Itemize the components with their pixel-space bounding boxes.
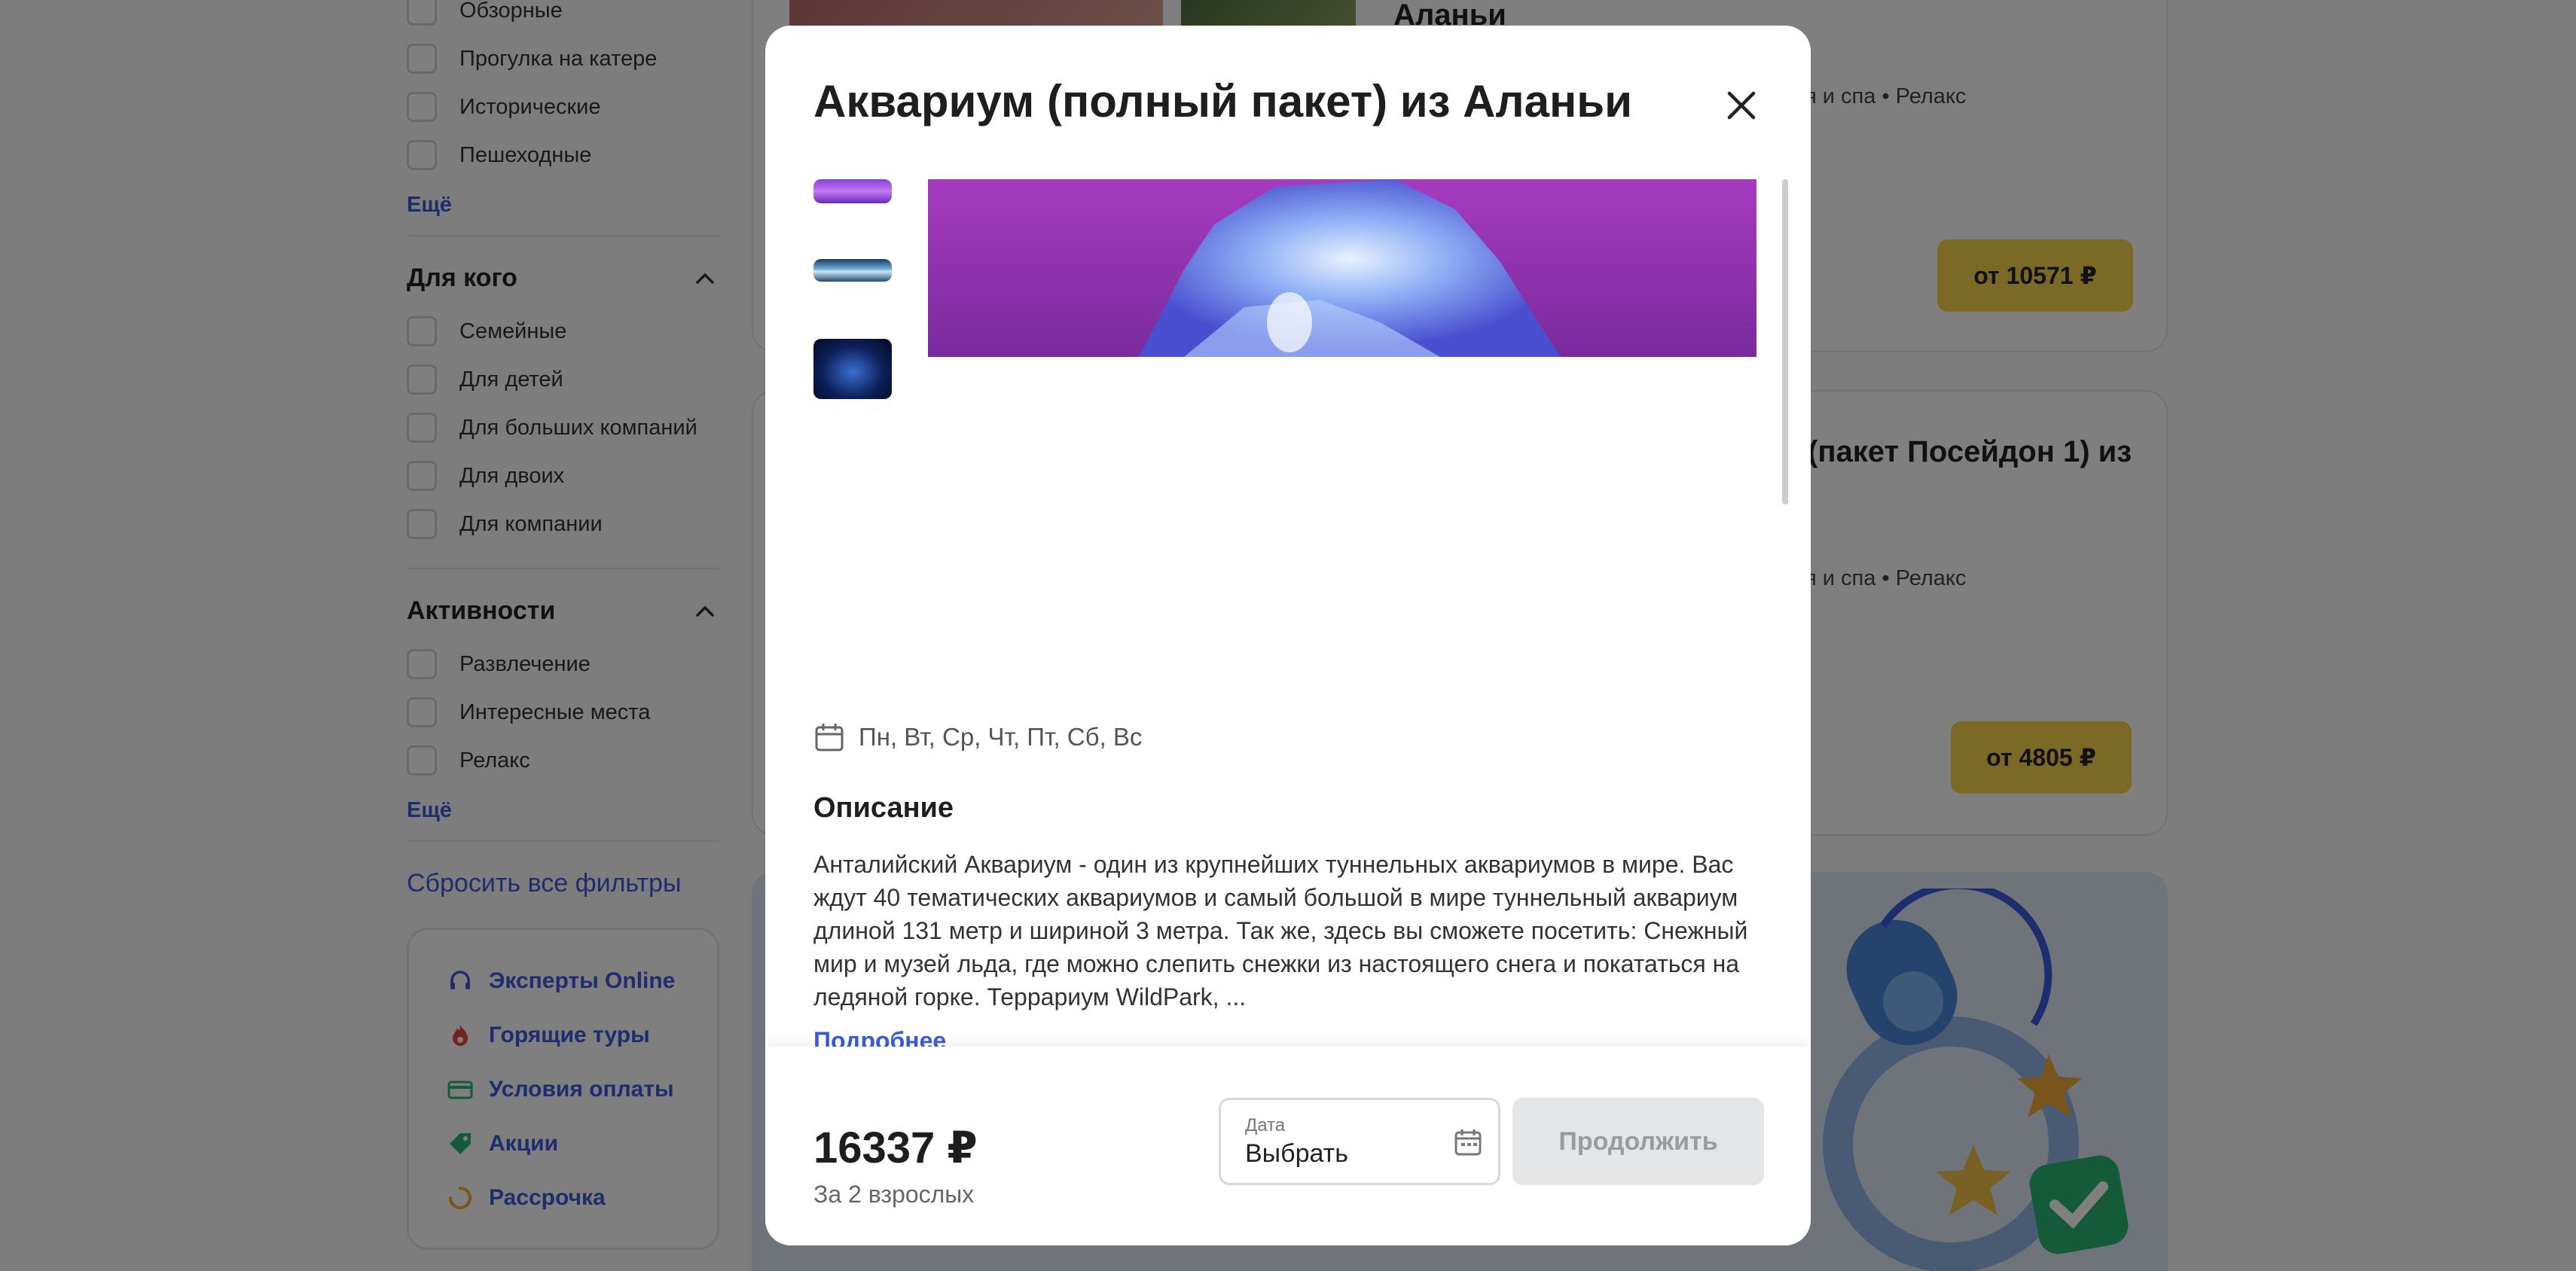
modal-title: Аквариум (полный пакет) из Аланьи <box>813 76 1632 126</box>
continue-button[interactable]: Продолжить <box>1512 1098 1764 1185</box>
gallery-scrollbar[interactable] <box>1782 179 1788 504</box>
close-icon[interactable] <box>1725 89 1758 122</box>
schedule-days: Пн, Вт, Ср, Чт, Пт, Сб, Вс <box>813 721 1142 753</box>
date-field-value[interactable]: Выбрать <box>1245 1139 1348 1169</box>
gallery-thumbnail[interactable] <box>813 179 892 203</box>
calendar-icon <box>815 724 844 751</box>
calendar-icon[interactable] <box>1453 1127 1483 1157</box>
date-field-label: Дата <box>1245 1115 1286 1135</box>
price-note: За 2 взрослых <box>813 1181 975 1208</box>
excursion-modal: Аквариум (полный пакет) из Аланьи Пн, Вт… <box>765 26 1811 1245</box>
description-text: Анталийский Аквариум - один из крупнейши… <box>813 851 1748 1010</box>
description-title: Описание <box>813 792 954 824</box>
booking-footer: 16337 ₽ За 2 взрослых Дата Выбрать Продо… <box>765 1047 1811 1245</box>
total-price: 16337 ₽ <box>813 1123 978 1172</box>
close-button[interactable] <box>1717 81 1766 130</box>
days-text: Пн, Вт, Ср, Чт, Пт, Сб, Вс <box>859 723 1143 751</box>
gallery-main-image[interactable] <box>928 179 1757 357</box>
date-picker-field[interactable]: Дата Выбрать <box>1219 1098 1500 1185</box>
gallery-thumbnail[interactable] <box>813 259 892 282</box>
gallery-thumbnail[interactable] <box>813 339 892 399</box>
